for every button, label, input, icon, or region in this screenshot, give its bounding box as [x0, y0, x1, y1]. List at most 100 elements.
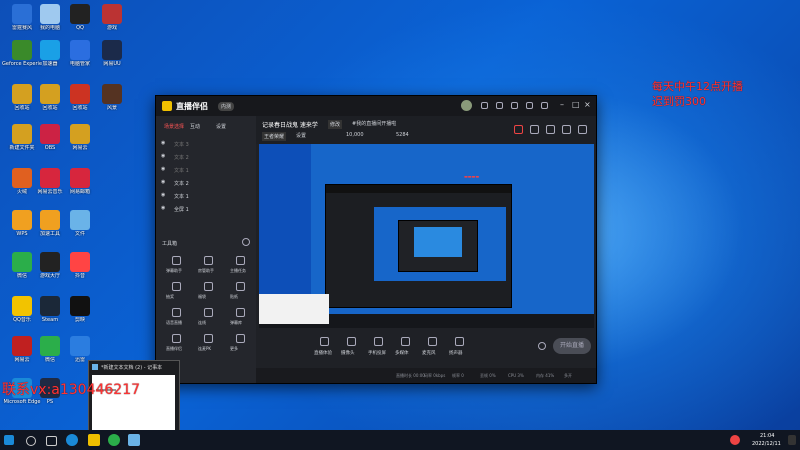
headset-icon[interactable]: [481, 102, 488, 109]
control-icon: [320, 337, 329, 346]
app-icon: [12, 252, 32, 272]
app-icon: [12, 296, 32, 316]
maximize-button[interactable]: □: [572, 100, 580, 109]
category-tag[interactable]: 王者荣耀: [262, 132, 287, 141]
app-icon: [70, 296, 90, 316]
app-icon: [40, 124, 60, 144]
tool-label: 更多: [230, 346, 238, 351]
tool-button[interactable]: 抽奖: [162, 280, 192, 304]
desktop-icon[interactable]: 网易UU: [92, 40, 132, 67]
room-info-bar: 记录春日战鬼 速来学 修改 #我的直播间开播啦 王者荣耀 设置 10,000 5…: [256, 116, 596, 144]
share-icon[interactable]: [578, 125, 587, 134]
scene-item[interactable]: ◉ 文本 2: [158, 177, 254, 188]
scene-item[interactable]: ◉ 文本 2: [158, 151, 254, 162]
menu-icon[interactable]: [526, 102, 533, 109]
status-bar: 直播时长 00:00 码率 0kbps 帧率 0 丢帧 0% CPU 3% 内存 41% 多…: [256, 368, 596, 383]
scene-item[interactable]: ◉ 文本 3: [158, 138, 254, 149]
notification-icon[interactable]: [788, 435, 796, 445]
eye-icon[interactable]: ◉: [161, 205, 165, 211]
input-method-icon[interactable]: [730, 435, 740, 445]
desktop-icon[interactable]: 抖音: [60, 252, 100, 279]
desktop-icon[interactable]: 网易邮箱: [60, 168, 100, 195]
edge-icon[interactable]: [66, 434, 78, 446]
tool-button[interactable]: 直播伴侣: [162, 332, 192, 356]
tool-icon: [204, 282, 213, 291]
tool-label: 房管助手: [198, 268, 214, 273]
side-tab[interactable]: 互动: [190, 123, 200, 130]
close-button[interactable]: ×: [584, 100, 591, 109]
control-button[interactable]: 扬声器: [447, 336, 473, 364]
desktop-icon[interactable]: 网易云: [60, 124, 100, 151]
tool-button[interactable]: 主播任务: [226, 254, 256, 278]
control-button[interactable]: 摄像头: [339, 336, 365, 364]
desktop-icon[interactable]: 文件: [60, 210, 100, 237]
tools-more-icon[interactable]: [242, 238, 250, 246]
message-icon[interactable]: [511, 102, 518, 109]
windows-start-icon[interactable]: [4, 435, 14, 445]
tool-button[interactable]: 福袋: [194, 280, 224, 304]
app-icon: [102, 40, 122, 60]
bell-icon[interactable]: [562, 125, 571, 134]
notepad-thumbnail[interactable]: *新建文本文档 (2) - 记事本: [88, 360, 180, 437]
stream-preview[interactable]: ▬▬▬▬: [259, 144, 594, 328]
edit-title-button[interactable]: 修改: [328, 120, 343, 129]
eye-icon[interactable]: ◉: [161, 153, 165, 159]
side-tab[interactable]: 设置: [216, 123, 226, 130]
tool-button[interactable]: 房管助手: [194, 254, 224, 278]
tool-button[interactable]: 更多: [226, 332, 256, 356]
tool-button[interactable]: 连线: [194, 306, 224, 330]
livestream-taskbar-icon[interactable]: [88, 434, 100, 446]
scene-item[interactable]: ◉ 全屏 1: [158, 203, 254, 214]
tool-button[interactable]: 弹幕库: [226, 306, 256, 330]
side-tab[interactable]: 场景选择: [164, 123, 184, 130]
lock-icon[interactable]: [530, 125, 539, 134]
control-button[interactable]: 多媒体: [393, 336, 419, 364]
app-icon: [12, 168, 32, 188]
avatar[interactable]: [461, 100, 472, 111]
tool-label: 福袋: [198, 294, 206, 299]
tool-button[interactable]: 语音直播: [162, 306, 192, 330]
tool-icon: [236, 256, 245, 265]
tool-icon: [204, 334, 213, 343]
clip-icon[interactable]: [546, 125, 555, 134]
app-icon: [40, 210, 60, 230]
tool-button[interactable]: 弹幕助手: [162, 254, 192, 278]
skin-icon[interactable]: [541, 102, 548, 109]
settings-icon[interactable]: [496, 102, 503, 109]
app-icon: [40, 40, 60, 60]
eye-icon[interactable]: ◉: [161, 140, 165, 146]
notepad-taskbar-icon[interactable]: [128, 434, 140, 446]
gift-icon[interactable]: [514, 125, 523, 134]
clock-date[interactable]: 2022/12/11: [752, 441, 781, 447]
task-view-icon[interactable]: [46, 436, 57, 446]
desktop: 雷霆赛风我的电脑QQ游戏Geforce Experience加速器电脑管家网易U…: [0, 0, 800, 437]
desktop-icon[interactable]: 游戏: [92, 4, 132, 31]
tool-button[interactable]: 贴纸: [226, 280, 256, 304]
desktop-icon[interactable]: 剪映: [60, 296, 100, 323]
eye-icon[interactable]: ◉: [161, 179, 165, 185]
scene-item[interactable]: ◉ 文本 1: [158, 164, 254, 175]
clock-time[interactable]: 21:04: [760, 433, 774, 439]
desktop-icon[interactable]: 迅雷: [60, 336, 100, 363]
tool-button[interactable]: 连麦PK: [194, 332, 224, 356]
minimize-button[interactable]: –: [560, 100, 564, 109]
room-settings[interactable]: 设置: [296, 132, 306, 139]
fan-count: 5284: [396, 132, 409, 138]
control-icon: [374, 337, 383, 346]
control-button[interactable]: 麦克风: [420, 336, 446, 364]
beta-badge: 内测: [218, 102, 235, 111]
app-icon: [70, 336, 90, 356]
control-button[interactable]: 直播体验: [312, 336, 338, 364]
eye-icon[interactable]: ◉: [161, 166, 165, 172]
control-button[interactable]: 手机投屏: [366, 336, 392, 364]
wechat-taskbar-icon[interactable]: [108, 434, 120, 446]
scene-item[interactable]: ◉ 文本 1: [158, 190, 254, 201]
search-icon[interactable]: [26, 436, 36, 446]
start-live-button[interactable]: 开始直播: [553, 338, 591, 354]
eye-icon[interactable]: ◉: [161, 192, 165, 198]
app-icon: [70, 4, 90, 24]
app-icon: [40, 168, 60, 188]
tool-icon: [236, 334, 245, 343]
desktop-icon[interactable]: 风景: [92, 84, 132, 111]
settings-gear-icon[interactable]: [538, 342, 546, 350]
